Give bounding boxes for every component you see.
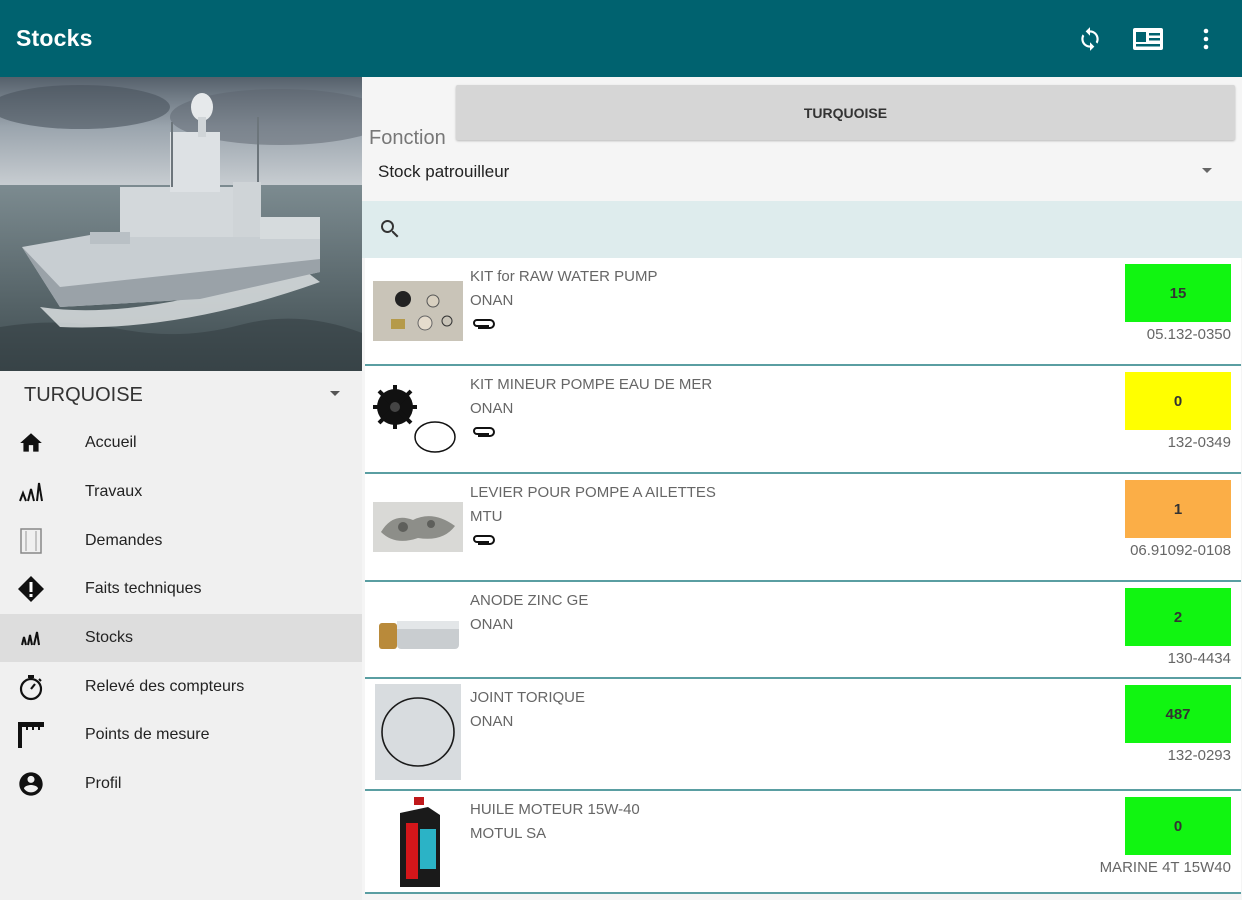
nav-item-label: Demandes: [85, 531, 163, 549]
sync-button[interactable]: [1072, 21, 1108, 57]
more-options-button[interactable]: [1188, 21, 1224, 57]
attachment-icon[interactable]: [471, 532, 497, 548]
stopwatch-icon: [16, 672, 46, 702]
app-bar-actions: [1072, 0, 1224, 77]
id-card-icon: [1133, 27, 1163, 50]
attachment-icon[interactable]: [471, 316, 497, 332]
more-vert-icon: [1203, 28, 1209, 49]
stock-list: KIT for RAW WATER PUMP ONAN 15 05.132-03…: [362, 258, 1242, 894]
quantity-badge: 1: [1125, 480, 1231, 538]
id-card-button[interactable]: [1130, 21, 1166, 57]
alert-diamond-icon: [16, 574, 46, 604]
attachment-icon[interactable]: [471, 424, 497, 440]
stock-row[interactable]: JOINT TORIQUE ONAN 487 132-0293: [365, 679, 1241, 791]
ship-header-image: [0, 77, 362, 371]
item-reference: MARINE 4T 15W40: [1099, 859, 1231, 876]
stock-row[interactable]: ANODE ZINC GE ONAN 2 130-4434: [365, 582, 1241, 679]
nav-item-label: Relevé des compteurs: [85, 677, 245, 695]
item-reference: 06.91092-0108: [1130, 542, 1231, 559]
stock-row[interactable]: KIT for RAW WATER PUMP ONAN 15 05.132-03…: [365, 258, 1241, 366]
o-ring-thumbnail: [373, 684, 463, 780]
quantity-badge: 487: [1125, 685, 1231, 743]
nav-item-label: Travaux: [85, 483, 143, 501]
nav-item-label: Points de mesure: [85, 726, 210, 744]
item-name: LEVIER POUR POMPE A AILETTES: [470, 484, 716, 501]
item-name: HUILE MOTEUR 15W-40: [470, 801, 640, 818]
kit-parts-thumbnail: [373, 266, 463, 356]
stock-row[interactable]: LEVIER POUR POMPE A AILETTES MTU 1 06.91…: [365, 474, 1241, 582]
item-maker: MTU: [470, 508, 503, 525]
home-icon: [16, 428, 46, 458]
stocks-icon: [16, 623, 46, 653]
lever-thumbnail: [373, 482, 463, 572]
nav-item-accueil[interactable]: Accueil: [0, 419, 362, 468]
anode-thumbnail: [373, 590, 463, 680]
item-maker: ONAN: [470, 616, 514, 633]
oil-bottle-thumbnail: [373, 795, 463, 891]
nav-item-faits-techniques[interactable]: Faits techniques: [0, 565, 362, 614]
main-content: TURQUOISE Fonction Stock patrouilleur KI…: [362, 77, 1242, 900]
function-dropdown-value: Stock patrouilleur: [378, 162, 510, 181]
item-name: KIT for RAW WATER PUMP: [470, 268, 658, 285]
nav-item-label: Profil: [85, 775, 122, 793]
nav-item-profil[interactable]: Profil: [0, 760, 362, 809]
quantity-badge: 0: [1125, 797, 1231, 855]
nav-item-stocks[interactable]: Stocks: [0, 613, 362, 663]
caret-down-icon: [330, 391, 340, 396]
nav-item-label: Accueil: [85, 434, 137, 452]
function-label: Fonction: [369, 127, 446, 149]
item-reference: 05.132-0350: [1146, 326, 1231, 343]
function-dropdown[interactable]: Stock patrouilleur: [362, 149, 1242, 197]
works-icon: [16, 477, 46, 507]
item-maker: ONAN: [470, 292, 514, 309]
navigation-drawer: TURQUOISE Accueil Travaux Demandes Faits…: [0, 77, 362, 900]
stock-row[interactable]: KIT MINEUR POMPE EAU DE MER ONAN 0 132-0…: [365, 366, 1241, 474]
stock-row[interactable]: HUILE MOTEUR 15W-40 MOTUL SA 0 MARINE 4T…: [365, 791, 1241, 894]
account-icon: [16, 769, 46, 799]
item-reference: 132-0349: [1167, 434, 1231, 451]
item-name: ANODE ZINC GE: [470, 592, 589, 609]
impeller-thumbnail: [373, 374, 463, 464]
nav-item-travaux[interactable]: Travaux: [0, 468, 362, 517]
search-input[interactable]: [362, 201, 1242, 258]
caret-down-icon: [1202, 168, 1212, 173]
search-icon: [378, 217, 404, 243]
item-maker: ONAN: [470, 400, 514, 417]
item-maker: ONAN: [470, 713, 514, 730]
quantity-badge: 0: [1125, 372, 1231, 430]
item-maker: MOTUL SA: [470, 825, 547, 842]
item-name: KIT MINEUR POMPE EAU DE MER: [470, 376, 713, 393]
item-reference: 130-4434: [1167, 650, 1231, 667]
item-name: JOINT TORIQUE: [470, 689, 586, 706]
sync-icon: [1081, 26, 1099, 51]
quantity-badge: 2: [1125, 588, 1231, 646]
nav-item-releve-compteurs[interactable]: Relevé des compteurs: [0, 662, 362, 711]
app-title: Stocks: [16, 25, 93, 51]
site-button[interactable]: TURQUOISE: [456, 85, 1235, 140]
site-dropdown[interactable]: TURQUOISE: [0, 371, 362, 419]
item-reference: 132-0293: [1167, 747, 1231, 764]
nav-item-label: Faits techniques: [85, 580, 202, 598]
nav-item-points-mesure[interactable]: Points de mesure: [0, 711, 362, 760]
app-bar: Stocks: [0, 0, 1242, 77]
measure-point-icon: [16, 720, 46, 750]
quantity-badge: 15: [1125, 264, 1231, 322]
nav-item-label: Stocks: [85, 629, 134, 647]
requests-icon: [16, 526, 46, 556]
nav-item-demandes[interactable]: Demandes: [0, 516, 362, 565]
site-dropdown-value: TURQUOISE: [24, 383, 143, 406]
